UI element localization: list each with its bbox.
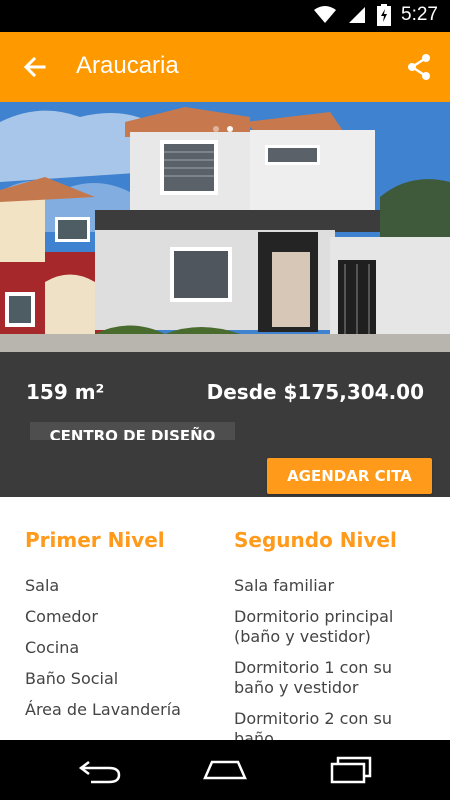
second-floor-section: Segundo Nivel Sala familiar Dormitorio p… xyxy=(234,528,404,760)
list-item: Cocina xyxy=(25,638,80,657)
second-floor-title: Segundo Nivel xyxy=(234,528,397,552)
first-floor-title: Primer Nivel xyxy=(25,528,165,552)
recents-nav-icon xyxy=(330,756,372,784)
back-button[interactable] xyxy=(20,52,50,82)
nav-home-button[interactable] xyxy=(200,754,250,786)
house-photo xyxy=(0,102,450,352)
list-item: Dormitorio 1 con su baño y vestidor xyxy=(234,658,392,697)
signal-icon xyxy=(349,7,366,23)
page-title: Araucaria xyxy=(76,52,179,79)
system-nav-bar xyxy=(0,740,450,800)
back-nav-icon xyxy=(78,761,121,784)
first-floor-section: Primer Nivel Sala Comedor Cocina Baño So… xyxy=(25,528,215,731)
carousel-dot-active[interactable] xyxy=(227,126,233,132)
nav-recents-button[interactable] xyxy=(326,754,376,786)
carousel-dot[interactable] xyxy=(213,126,219,132)
status-bar: 5:27 xyxy=(0,0,450,32)
schedule-appointment-button[interactable]: AGENDAR CITA xyxy=(267,458,432,494)
wifi-icon xyxy=(314,6,337,23)
price-value: Desde $175,304.00 xyxy=(206,380,424,404)
list-item: Baño Social xyxy=(25,669,119,688)
list-item: Dormitorio principal (baño y vestidor) xyxy=(234,607,394,646)
app-bar: Araucaria xyxy=(0,32,450,102)
status-icons: 5:27 xyxy=(313,4,438,26)
share-button[interactable] xyxy=(404,52,434,82)
list-item: Comedor xyxy=(25,607,98,626)
nav-back-button[interactable] xyxy=(75,754,125,786)
status-time: 5:27 xyxy=(401,4,438,25)
home-nav-icon xyxy=(203,760,247,780)
list-item: Sala familiar xyxy=(234,576,335,595)
list-item: Área de Lavandería xyxy=(25,700,181,719)
carousel-indicator xyxy=(213,126,233,132)
house-image-carousel[interactable] xyxy=(0,102,450,352)
list-item: Sala xyxy=(25,576,60,595)
share-icon xyxy=(408,54,430,80)
area-value: 159 m² xyxy=(26,380,105,404)
arrow-back-icon xyxy=(23,56,46,78)
battery-charging-icon xyxy=(377,4,392,26)
